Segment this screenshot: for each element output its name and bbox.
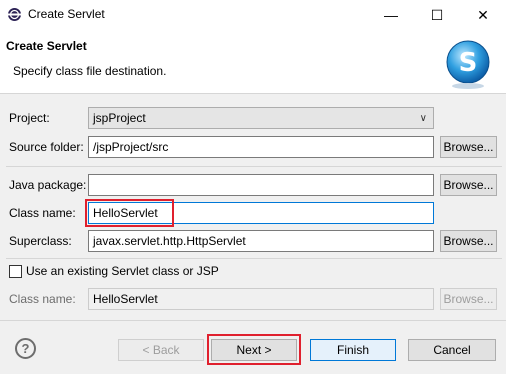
- superclass-browse-button[interactable]: Browse...: [440, 230, 497, 252]
- project-value: jspProject: [93, 111, 146, 125]
- chevron-down-icon: ∨: [419, 113, 427, 124]
- project-select[interactable]: jspProject ∨: [88, 107, 434, 129]
- title-bar: Create Servlet — ☐ ✕: [0, 0, 506, 30]
- minimize-icon: —: [384, 7, 398, 23]
- class-name-field[interactable]: HelloServlet: [88, 202, 434, 224]
- separator: [6, 166, 502, 167]
- java-package-browse-button[interactable]: Browse...: [440, 174, 497, 196]
- back-button: < Back: [118, 339, 204, 361]
- class-name-label: Class name:: [9, 206, 76, 220]
- logo-letter: S: [459, 48, 478, 78]
- source-folder-field[interactable]: /jspProject/src: [88, 136, 434, 158]
- existing-class-name-field: HelloServlet: [88, 288, 434, 310]
- footer-separator: [0, 320, 506, 321]
- separator: [6, 258, 502, 259]
- minimize-button[interactable]: —: [368, 0, 414, 30]
- project-label: Project:: [9, 111, 50, 125]
- next-button[interactable]: Next >: [211, 339, 297, 361]
- source-folder-browse-button[interactable]: Browse...: [440, 136, 497, 158]
- superclass-field[interactable]: javax.servlet.http.HttpServlet: [88, 230, 434, 252]
- existing-class-name-label: Class name:: [9, 292, 76, 306]
- close-button[interactable]: ✕: [460, 0, 506, 30]
- cancel-button[interactable]: Cancel: [408, 339, 496, 361]
- existing-class-browse-button: Browse...: [440, 288, 497, 310]
- maximize-icon: ☐: [430, 6, 444, 23]
- finish-button[interactable]: Finish: [310, 339, 396, 361]
- java-package-field[interactable]: [88, 174, 434, 196]
- help-icon[interactable]: ?: [15, 338, 36, 359]
- wizard-header: Create Servlet Specify class file destin…: [0, 30, 506, 94]
- wizard-title: Create Servlet: [6, 39, 87, 53]
- superclass-label: Superclass:: [9, 234, 72, 248]
- servlet-logo-icon: S: [446, 40, 490, 89]
- eclipse-icon: [8, 8, 21, 21]
- wizard-subtitle: Specify class file destination.: [13, 64, 167, 78]
- maximize-button[interactable]: ☐: [414, 0, 460, 30]
- existing-servlet-label[interactable]: Use an existing Servlet class or JSP: [26, 264, 219, 278]
- java-package-label: Java package:: [9, 178, 87, 192]
- close-icon: ✕: [477, 6, 489, 23]
- window-title: Create Servlet: [28, 7, 105, 21]
- source-folder-label: Source folder:: [9, 140, 84, 154]
- existing-servlet-checkbox[interactable]: [9, 265, 22, 278]
